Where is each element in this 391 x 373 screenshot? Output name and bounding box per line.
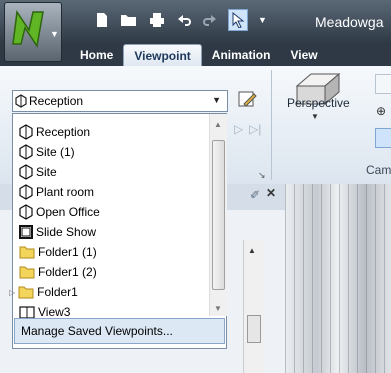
- select-cursor-icon[interactable]: [228, 9, 248, 31]
- item-label: Site: [36, 165, 57, 179]
- new-file-icon[interactable]: [94, 12, 110, 28]
- qat-dropdown-icon[interactable]: ▼: [258, 15, 267, 25]
- viewpoint-list: Reception Site (1) Site Plant room Open …: [9, 114, 209, 319]
- field-of-view-button[interactable]: [375, 74, 391, 94]
- tab-view[interactable]: View: [280, 44, 327, 66]
- manage-saved-viewpoints-button[interactable]: Manage Saved Viewpoints...: [14, 318, 225, 344]
- chevron-down-icon: ▼: [50, 29, 59, 39]
- item-label: Site (1): [36, 145, 75, 159]
- camera-tool-icon[interactable]: ⊕: [376, 104, 386, 118]
- saved-viewpoints-popup: Reception Site (1) Site Plant room Open …: [9, 113, 227, 349]
- list-item[interactable]: Open Office: [19, 202, 100, 222]
- group-separator: [271, 70, 272, 180]
- camera-icon: [15, 94, 27, 108]
- scroll-up-icon[interactable]: ▲: [214, 120, 222, 129]
- close-icon[interactable]: ✕: [266, 186, 276, 200]
- saved-viewpoints-dropdown[interactable]: Reception ▼: [12, 90, 228, 112]
- folder-icon: [19, 246, 35, 259]
- 3d-viewport[interactable]: [285, 184, 391, 373]
- chevron-down-icon: ▼: [311, 112, 319, 121]
- previous-viewpoint-icon[interactable]: ▷: [234, 122, 243, 136]
- tab-viewpoint[interactable]: Viewpoint: [123, 44, 202, 66]
- chevron-down-icon: ▼: [212, 95, 221, 105]
- dialog-launcher-icon[interactable]: ↘: [258, 170, 266, 181]
- redo-icon[interactable]: [202, 12, 218, 28]
- expand-arrow-icon[interactable]: ▷: [9, 288, 15, 297]
- camera-icon: [19, 184, 33, 200]
- item-label: Folder1 (1): [38, 245, 97, 259]
- print-icon[interactable]: [148, 12, 166, 28]
- open-folder-icon[interactable]: [120, 12, 138, 28]
- popup-scrollbar[interactable]: ▲ ▼: [209, 114, 227, 316]
- folder-icon: [18, 286, 34, 299]
- ribbon-tabs: Home Viewpoint Animation View: [70, 44, 328, 66]
- folder-icon: [19, 266, 35, 279]
- camera-icon: [19, 144, 33, 160]
- item-label: Reception: [36, 125, 91, 139]
- list-item[interactable]: Folder1 (1): [19, 242, 97, 262]
- camera-icon: [19, 204, 33, 220]
- camera-orthographic-icon: [19, 306, 35, 319]
- item-label: Folder1 (2): [38, 265, 97, 279]
- camera-group-label: Cam: [366, 163, 391, 177]
- panel-scrollbar[interactable]: ▲: [243, 240, 264, 373]
- camera-icon: [19, 164, 33, 180]
- item-label: Open Office: [36, 205, 100, 219]
- item-label: Plant room: [36, 185, 95, 199]
- list-item[interactable]: Slide Show: [19, 222, 96, 242]
- camera-icon: [19, 124, 33, 140]
- item-label: View3: [38, 305, 71, 319]
- scroll-down-icon[interactable]: ▼: [214, 304, 222, 313]
- edit-viewpoint-icon[interactable]: [236, 88, 258, 110]
- camera-active-button[interactable]: [375, 128, 391, 148]
- tab-home[interactable]: Home: [70, 44, 123, 66]
- application-menu-button[interactable]: ▼: [4, 2, 62, 62]
- list-item[interactable]: ▷ Folder1: [9, 282, 78, 302]
- navisworks-logo-icon: [12, 9, 44, 48]
- item-label: Folder1: [37, 285, 78, 299]
- next-viewpoint-icon[interactable]: ▷|: [249, 122, 261, 136]
- window-title: Meadowga: [315, 14, 384, 30]
- perspective-label[interactable]: Perspective: [287, 96, 350, 110]
- quick-access-toolbar: ▼: [94, 9, 267, 31]
- list-item[interactable]: Plant room: [19, 182, 94, 202]
- list-item[interactable]: Reception: [19, 122, 90, 142]
- list-item[interactable]: Folder1 (2): [19, 262, 97, 282]
- undo-icon[interactable]: [176, 12, 192, 28]
- tab-animation[interactable]: Animation: [202, 44, 281, 66]
- scroll-up-icon[interactable]: ▲: [248, 246, 256, 255]
- list-item[interactable]: Site: [19, 162, 57, 182]
- item-label: Slide Show: [36, 225, 97, 239]
- pin-icon[interactable]: ✐: [250, 188, 260, 202]
- list-item[interactable]: Site (1): [19, 142, 75, 162]
- scrollbar-thumb[interactable]: [212, 140, 225, 290]
- dropdown-value: Reception: [29, 94, 84, 108]
- scrollbar-thumb[interactable]: [247, 315, 261, 343]
- animation-icon: [19, 225, 33, 239]
